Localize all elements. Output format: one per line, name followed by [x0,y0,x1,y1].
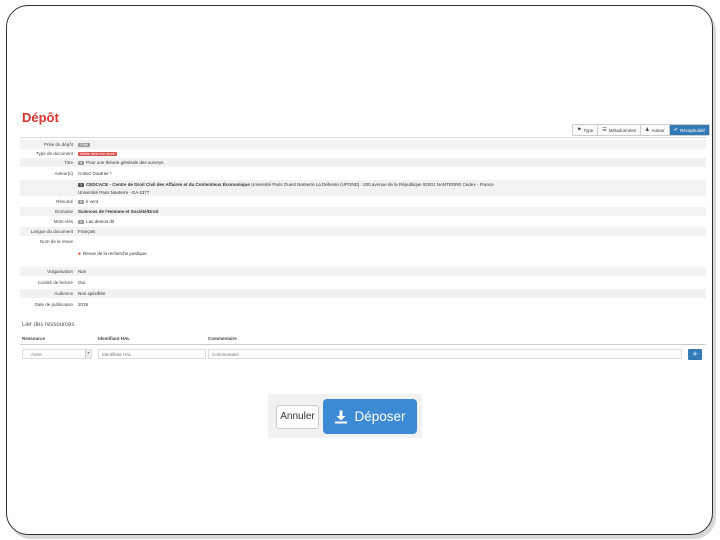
field-label: Auteur(s) [54,170,73,176]
tab-type[interactable]: ⚑ Type [573,125,599,135]
deposit-button[interactable]: Déposer [323,399,417,434]
field-value: Las demos dit [86,219,115,224]
deposit-button-label: Déposer [354,409,406,424]
field-label: Langue du document [30,229,73,234]
list-icon: ☰ [602,127,607,133]
field-row: Résumé fr ti vent [20,197,706,206]
divider [20,344,706,345]
field-badge: Grille [78,142,91,147]
id-column-header: Identifiant HAL [98,336,130,341]
field-row: Audience Non spécifiée [20,289,706,298]
field-value: Revue de la recherche juridique [83,251,147,256]
field-label: Nom de la revue [39,239,73,244]
field-value: Oui [78,280,86,285]
field-value: Non spécifiée [78,291,106,296]
field-label: Prise du dépôt [43,142,73,147]
field-label: Domaine [54,209,73,214]
check-icon: ✔ [673,127,678,133]
field-row: Langue du document Français [20,227,706,236]
resource-column-header: Ressource [22,336,46,341]
user-icon: ♟ [645,127,650,133]
field-row: Nom de la revue [20,237,706,246]
field-row: Mots-clés fr Las demos dit [20,217,706,226]
field-value: Pour une théorie générale des surveys [86,160,164,165]
tab-author-label: Auteur [651,127,665,133]
comment-input[interactable] [208,349,682,359]
field-value: Cortez Gautrier * [78,170,112,176]
cancel-button[interactable]: Annuler [276,405,319,429]
step-toolbar: ⚑ Type ☰ Métadonnées ♟ Auteur ✔ Récapitu… [572,124,710,136]
field-label: Vulgarisation [47,269,73,274]
field-value: Français [78,229,96,234]
comment-column-header: Commentaire [208,336,237,341]
field-value: 2019 [78,302,89,307]
tab-metadata-label: Métadonnées [608,127,637,133]
tab-summary-label: Récapitulatif [679,127,705,133]
add-resource-button[interactable]: + [688,349,702,360]
field-badge: fr [78,219,85,224]
journal-icon: ● [78,251,82,257]
field-row: ● Revue de la recherche juridique [20,246,706,262]
download-icon [334,410,348,424]
field-value: Université Paris Nanterre - EA 4377 [78,189,150,195]
field-row: Type de document Article dans une revue [20,149,706,158]
field-badge: fr [78,199,85,204]
field-badge: fr [78,160,85,165]
field-badge: Article dans une revue [78,151,117,156]
field-row: Date de publication 2019 [20,300,706,309]
resource-type-value: Autre [31,352,42,357]
field-row: Auteur(s) Cortez Gautrier * [20,168,706,178]
field-row: Titre fr Pour une théorie générale des su… [20,158,706,167]
field-label: Titre [64,160,73,165]
field-label: Audience [54,291,73,296]
tab-type-label: Type [583,127,594,133]
field-extra: Université Paris Ouest Nanterre La Défen… [251,182,494,187]
field-value: CEDCACE - Centre de Droit Civil des Affa… [85,182,250,187]
resource-type-select[interactable]: Autre ▾ [22,349,92,359]
field-label: Date de publication [34,302,73,307]
field-badge: 1 [78,182,84,187]
field-row: Université Paris Nanterre - EA 4377 [20,188,706,196]
field-row: Prise du dépôt Grille [20,140,706,149]
field-label: Type de document [35,151,73,156]
hal-id-input[interactable] [98,349,206,359]
page-title: Dépôt [22,110,59,125]
field-label: Résumé [56,199,73,204]
field-row: Vulgarisation Non [20,267,706,276]
field-row: Domaine Sciences de l'Homme et Société/D… [20,207,706,216]
resources-heading: Lier des ressources [22,322,75,328]
tab-metadata[interactable]: ☰ Métadonnées [598,125,642,135]
field-value: ti vent [86,199,99,204]
summary-form: Prise du dépôt Grille Type de document A… [20,137,706,312]
field-label: Comité de lecture [37,280,73,285]
tag-icon: ⚑ [577,127,582,133]
tab-author[interactable]: ♟ Auteur [641,125,670,135]
chevron-down-icon: ▾ [85,350,91,358]
tab-summary[interactable]: ✔ Récapitulatif [669,125,709,135]
field-value: Non [78,269,87,274]
field-label: Mots-clés [53,219,73,224]
field-value: Sciences de l'Homme et Société/Droit [78,209,159,214]
field-row: Comité de lecture Oui [20,278,706,287]
